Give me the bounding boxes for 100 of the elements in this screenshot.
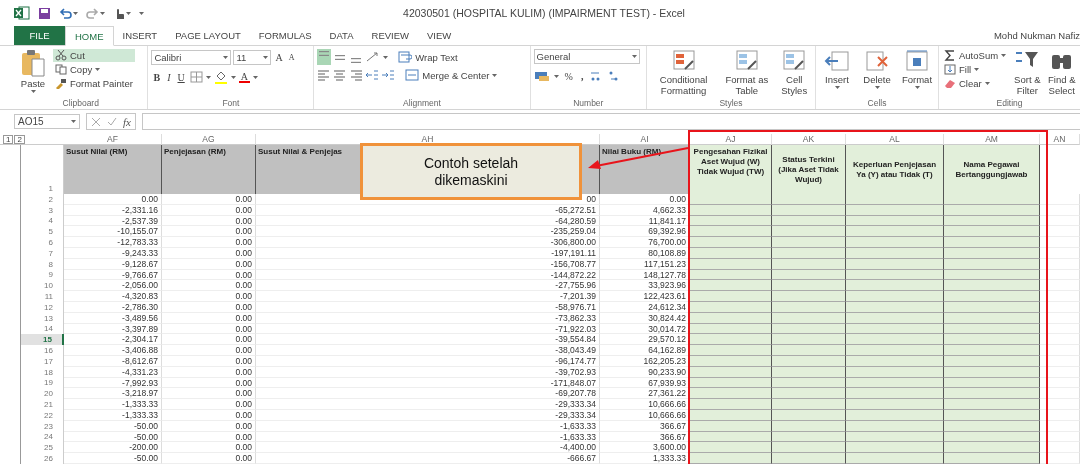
styles-button[interactable]: Format as Table bbox=[721, 49, 773, 96]
table-cell: 0.00 bbox=[162, 248, 256, 259]
caret-icon bbox=[205, 75, 211, 79]
grow-font-button[interactable]: A bbox=[273, 49, 285, 65]
font-name-dropdown[interactable]: Calibri bbox=[151, 49, 232, 65]
ribbon-tab[interactable]: HOME bbox=[65, 26, 114, 46]
row-number[interactable]: 22 bbox=[20, 409, 64, 421]
ribbon-tab[interactable]: INSERT bbox=[113, 26, 167, 45]
cells-button[interactable]: Insert bbox=[819, 49, 855, 89]
table-cell: -73,862.33 bbox=[256, 312, 600, 324]
row-number[interactable]: 8 bbox=[20, 258, 64, 270]
row-number[interactable]: 12 bbox=[20, 301, 64, 313]
cut-button[interactable]: Cut bbox=[53, 49, 135, 62]
cancel-icon[interactable] bbox=[91, 116, 101, 127]
font-color-button[interactable]: A bbox=[238, 71, 250, 83]
eraser-icon bbox=[944, 78, 956, 89]
save-button[interactable] bbox=[38, 6, 51, 20]
redo-button[interactable] bbox=[86, 7, 105, 19]
caret-icon bbox=[1001, 54, 1007, 57]
table-cell: 366.67 bbox=[600, 420, 690, 432]
row-number[interactable]: 21 bbox=[20, 399, 64, 410]
editing-button[interactable]: Clear bbox=[942, 77, 1009, 90]
table-cell: 0.00 bbox=[162, 420, 256, 432]
format-painter-button[interactable]: Format Painter bbox=[53, 77, 135, 90]
merge-center-button[interactable]: Merge & Center bbox=[403, 68, 500, 82]
caret-icon bbox=[95, 68, 101, 71]
callout-box: Contoh setelah dikemaskini bbox=[360, 143, 582, 200]
italic-button[interactable]: I bbox=[165, 69, 173, 85]
row-number[interactable]: 3 bbox=[20, 204, 64, 216]
undo-button[interactable] bbox=[59, 7, 78, 19]
borders-icon[interactable] bbox=[189, 71, 203, 83]
group-label: Alignment bbox=[403, 98, 441, 109]
shrink-font-button[interactable]: A bbox=[286, 49, 297, 65]
table-cell: 0.00 bbox=[162, 399, 256, 410]
caret-icon bbox=[631, 55, 637, 58]
row-number[interactable]: 16 bbox=[20, 345, 64, 356]
row-number[interactable]: 6 bbox=[20, 237, 64, 248]
editing-button[interactable]: Sort & Filter bbox=[1012, 49, 1043, 96]
table-cell: -96,174.77 bbox=[256, 355, 600, 367]
font-size-dropdown[interactable]: 11 bbox=[233, 49, 272, 65]
header-cell: Pengesahan Fizikal Aset Wujud (W) Tidak Wujud (TW) bbox=[690, 145, 772, 194]
cells-button[interactable]: Delete bbox=[859, 49, 895, 89]
ribbon-tab[interactable]: FORMULAS bbox=[249, 26, 321, 45]
row-number[interactable]: 23 bbox=[20, 420, 64, 432]
increase-indent-icon[interactable] bbox=[381, 69, 396, 81]
column-header[interactable]: AN bbox=[1040, 134, 1080, 145]
bold-button[interactable]: B bbox=[151, 69, 163, 85]
row-number[interactable]: 10 bbox=[20, 280, 64, 292]
styles-button[interactable]: Cell Styles bbox=[776, 49, 812, 96]
editing-button[interactable]: Find & Select bbox=[1046, 49, 1077, 96]
decrease-indent-icon[interactable] bbox=[365, 69, 380, 81]
vertical-align-button[interactable] bbox=[317, 49, 332, 65]
paste-button[interactable]: Paste bbox=[17, 49, 49, 93]
horizontal-align-icon bbox=[349, 69, 364, 81]
editing-button[interactable]: AutoSum bbox=[942, 49, 1009, 62]
row-number[interactable]: 13 bbox=[20, 312, 64, 324]
ribbon-tab[interactable]: REVIEW bbox=[362, 26, 419, 45]
row-number[interactable]: 2 bbox=[20, 194, 64, 205]
formula-input[interactable] bbox=[141, 113, 1080, 130]
outline-level-button[interactable]: 1 bbox=[3, 134, 14, 144]
ribbon-tab[interactable]: DATA bbox=[320, 26, 363, 45]
ribbon-tab[interactable]: PAGE LAYOUT bbox=[166, 26, 250, 45]
user-name[interactable]: Mohd Nukman Nafiz bbox=[993, 30, 1080, 41]
name-box[interactable]: AO15 bbox=[14, 114, 80, 129]
styles-button[interactable]: Conditional Formatting bbox=[650, 49, 718, 96]
table-cell: 10,666.66 bbox=[600, 409, 690, 421]
table-cell: 0.00 bbox=[162, 453, 256, 464]
comma-button[interactable]: , bbox=[578, 68, 586, 84]
wrap-text-button[interactable]: Wrap Text bbox=[396, 50, 460, 64]
caret-icon bbox=[553, 74, 559, 78]
underline-button[interactable]: U bbox=[175, 69, 187, 85]
cells-button[interactable]: Format bbox=[899, 49, 935, 89]
table-cell: 1,333.33 bbox=[600, 453, 690, 464]
row-number[interactable]: 15 bbox=[20, 334, 64, 346]
currency-icon[interactable] bbox=[533, 70, 550, 82]
table-cell: -2,331.16 bbox=[64, 204, 162, 216]
copy-button[interactable]: Copy bbox=[53, 63, 135, 76]
row-number[interactable]: 20 bbox=[20, 388, 64, 400]
customize-button[interactable] bbox=[139, 11, 144, 15]
check-icon[interactable] bbox=[107, 116, 117, 127]
row-number[interactable]: 1 bbox=[20, 145, 64, 194]
caret-icon bbox=[252, 75, 258, 79]
horizontal-align-icon bbox=[317, 69, 332, 81]
insert-function-button[interactable]: fx bbox=[123, 115, 131, 128]
row-number[interactable]: 17 bbox=[20, 355, 64, 367]
row-number[interactable]: 26 bbox=[20, 453, 64, 464]
row-number[interactable]: 5 bbox=[20, 226, 64, 238]
file-tab[interactable]: FILE bbox=[14, 26, 65, 45]
wrap-text-icon bbox=[398, 51, 413, 63]
row-number[interactable]: 7 bbox=[20, 248, 64, 259]
percent-button[interactable]: % bbox=[562, 68, 575, 84]
ribbon-tab[interactable]: VIEW bbox=[418, 26, 461, 45]
row-number[interactable]: 25 bbox=[20, 442, 64, 454]
fill-color-icon[interactable] bbox=[213, 70, 228, 84]
editing-button[interactable]: Fill bbox=[942, 63, 1009, 76]
number-format-dropdown[interactable]: General bbox=[533, 49, 640, 64]
row-number[interactable]: 11 bbox=[20, 291, 64, 302]
table-cell: -8,612.67 bbox=[64, 355, 162, 367]
outline-level-button[interactable]: 2 bbox=[14, 134, 25, 144]
row-number[interactable]: 18 bbox=[20, 366, 64, 378]
